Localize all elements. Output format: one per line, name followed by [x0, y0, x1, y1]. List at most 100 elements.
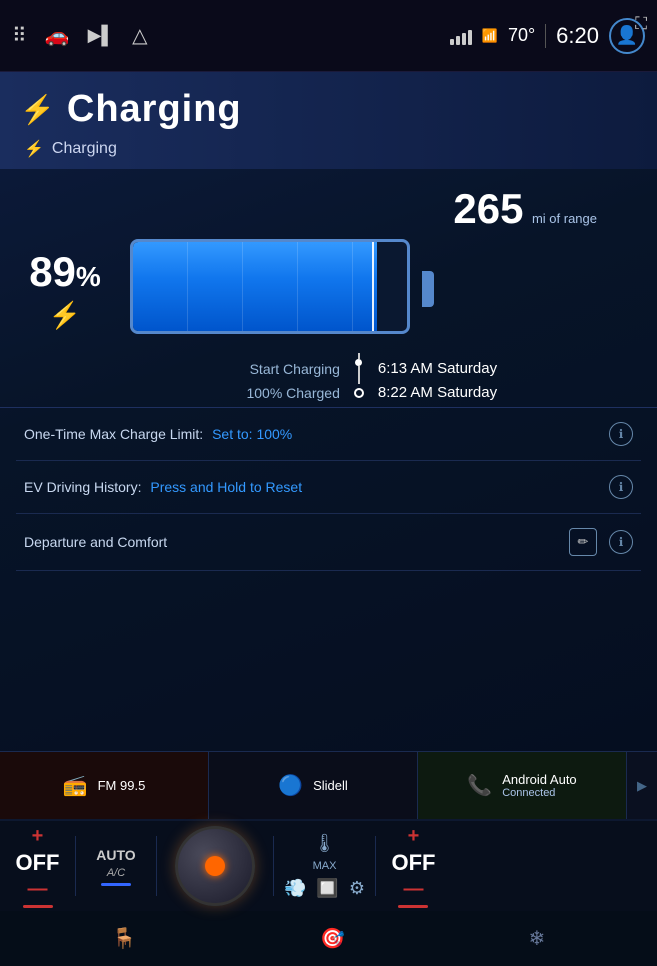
- climate-divider-2: [156, 836, 157, 896]
- right-temp-display: OFF: [391, 850, 435, 876]
- start-charging-row: Start Charging 6:13 AM Saturday: [220, 353, 497, 384]
- defrost-icon[interactable]: 🌡: [313, 833, 336, 854]
- sched-mid-line: [358, 366, 360, 384]
- main-content: ⚡ Charging ⚡ Charging 265 mi of range 89…: [0, 72, 657, 751]
- page-subtitle: Charging: [52, 140, 117, 158]
- climate-divider-1: [75, 836, 76, 896]
- start-charging-label: Start Charging: [220, 361, 340, 377]
- charged-time: 8:22 AM Saturday: [378, 384, 497, 401]
- temperature-display: 70°: [508, 25, 535, 46]
- volume-knob[interactable]: [175, 826, 255, 906]
- right-temp-plus-button[interactable]: +: [408, 825, 420, 848]
- page-title-row: ⚡ Charging: [20, 88, 637, 131]
- nav-icon[interactable]: △: [132, 23, 147, 48]
- page-header: ⚡ Charging ⚡ Charging: [0, 72, 657, 169]
- auto-label: AUTO: [96, 847, 135, 863]
- fan-speed-icon[interactable]: ❄: [528, 926, 545, 951]
- right-climate-icons: 🌡 MAX 💨 🔲 ⚙: [284, 833, 365, 899]
- battery-section: 265 mi of range 89 % ⚡: [0, 169, 657, 339]
- ac-bar: [101, 883, 131, 886]
- charge-large-icon: ⚡: [20, 93, 55, 126]
- battery-fill: [133, 242, 377, 331]
- status-right-group: 📶 70° 6:20 👤: [450, 18, 645, 54]
- android-auto-info: Android Auto Connected: [502, 772, 576, 799]
- climate-bar: + OFF — AUTO A/C 🌡 MAX 💨 🔲 ⚙ + OFF —: [0, 819, 657, 911]
- schedule-timeline: Start Charging 6:13 AM Saturday 100% Cha…: [220, 353, 497, 401]
- android-auto-tile[interactable]: 📞 Android Auto Connected: [418, 752, 627, 819]
- battery-charging-icon: ⚡: [49, 300, 81, 331]
- departure-comfort-row[interactable]: Departure and Comfort ✏ ℹ: [16, 514, 641, 571]
- share-icon[interactable]: ⛶: [635, 14, 647, 34]
- page-title: Charging: [67, 88, 242, 131]
- start-charging-time: 6:13 AM Saturday: [378, 360, 497, 377]
- max-label: MAX: [313, 860, 337, 872]
- charge-limit-row[interactable]: One-Time Max Charge Limit: Set to: 100% …: [16, 408, 641, 461]
- seat-heat-icon[interactable]: 🔲: [316, 878, 338, 899]
- settings-section: One-Time Max Charge Limit: Set to: 100% …: [0, 407, 657, 571]
- charged-row: 100% Charged 8:22 AM Saturday: [220, 384, 497, 401]
- driving-history-right: ℹ: [609, 475, 633, 499]
- schedule-section: Start Charging 6:13 AM Saturday 100% Cha…: [0, 339, 657, 407]
- fm-radio-tile[interactable]: 📻 FM 99.5: [0, 752, 209, 819]
- left-temp-minus-button[interactable]: —: [28, 878, 48, 901]
- bottom-icon-row: 🪑 🎯 ❄: [0, 911, 657, 966]
- subtitle-row: ⚡ Charging: [20, 139, 637, 159]
- car-icon[interactable]: 🚗: [45, 23, 70, 48]
- fan-icon[interactable]: ⚙: [349, 878, 365, 899]
- charge-limit-value: Set to: 100%: [212, 426, 292, 442]
- left-temp-plus-button[interactable]: +: [32, 825, 44, 848]
- steering-icon[interactable]: 🎯: [320, 926, 345, 951]
- left-temp-display: OFF: [16, 850, 60, 876]
- more-icon[interactable]: ▶: [637, 778, 647, 794]
- charged-label: 100% Charged: [220, 385, 340, 401]
- charge-line-indicator: [372, 239, 374, 334]
- driving-history-row[interactable]: EV Driving History: Press and Hold to Re…: [16, 461, 641, 514]
- sched-top-dot: [355, 359, 362, 366]
- right-temp-minus-button[interactable]: —: [403, 878, 423, 901]
- seat-icon[interactable]: 🪑: [112, 926, 137, 951]
- range-value: 265: [453, 185, 523, 232]
- fm-radio-icon: 📻: [63, 773, 88, 798]
- charge-small-icon: ⚡: [24, 139, 44, 159]
- driving-history-info-button[interactable]: ℹ: [609, 475, 633, 499]
- battery-terminal: [422, 271, 434, 307]
- media-icon[interactable]: ▶▌: [88, 25, 115, 46]
- battery-row: 89 % ⚡: [20, 239, 637, 339]
- departure-info-button[interactable]: ℹ: [609, 530, 633, 554]
- navigation-label: Slidell: [313, 778, 348, 793]
- charge-limit-info-button[interactable]: ℹ: [609, 422, 633, 446]
- sched-bot-dot: [354, 388, 364, 398]
- fm-radio-label: FM 99.5: [98, 778, 146, 793]
- climate-divider-3: [273, 836, 274, 896]
- status-bar: ⠿ 🚗 ▶▌ △ 📶 70° 6:20 👤 ⛶: [0, 0, 657, 72]
- left-ac-settings: AUTO A/C: [86, 847, 146, 886]
- schedule-connector-top: [350, 353, 368, 384]
- climate-icons-row2: 💨 🔲 ⚙: [284, 878, 365, 899]
- navigation-tile[interactable]: 🔵 Slidell: [209, 752, 418, 819]
- battery-percent-group: 89 % ⚡: [20, 248, 110, 331]
- data-signal: 📶: [482, 28, 498, 44]
- right-temp-bar: [398, 905, 428, 908]
- knob-center: [205, 856, 225, 876]
- left-temp-bar: [23, 905, 53, 908]
- android-auto-icon: 📞: [467, 773, 492, 798]
- range-unit: mi of range: [532, 211, 597, 226]
- departure-comfort-right: ✏ ℹ: [569, 528, 633, 556]
- ac-label: A/C: [107, 867, 125, 879]
- charge-limit-label: One-Time Max Charge Limit: Set to: 100%: [24, 426, 292, 442]
- vent-icon[interactable]: 💨: [284, 878, 306, 899]
- android-auto-sublabel: Connected: [502, 787, 576, 799]
- schedule-connector-bot: [350, 388, 368, 398]
- apps-icon[interactable]: ⠿: [12, 23, 27, 48]
- battery-graphic: [130, 239, 420, 339]
- android-auto-label: Android Auto: [502, 772, 576, 787]
- status-divider: [545, 24, 546, 48]
- driving-history-label: EV Driving History: Press and Hold to Re…: [24, 479, 302, 495]
- right-climate-control: + OFF —: [386, 825, 441, 908]
- media-bar: 📻 FM 99.5 🔵 Slidell 📞 Android Auto Conne…: [0, 751, 657, 819]
- driving-history-value: Press and Hold to Reset: [150, 479, 302, 495]
- signal-bars: [450, 27, 472, 45]
- climate-divider-4: [375, 836, 376, 896]
- navigation-icon: 🔵: [278, 773, 303, 798]
- departure-edit-button[interactable]: ✏: [569, 528, 597, 556]
